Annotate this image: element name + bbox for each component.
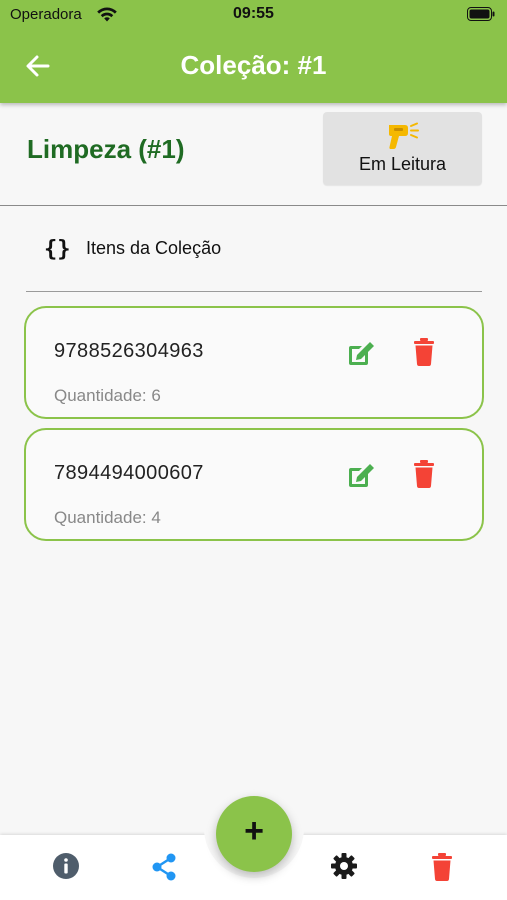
trash-icon[interactable] <box>413 460 435 488</box>
list-item[interactable]: 9788526304963 Quantidade: 6 <box>24 306 484 419</box>
add-icon: + <box>244 812 264 850</box>
page-title: Coleção: #1 <box>180 50 327 80</box>
gear-icon[interactable] <box>330 852 358 880</box>
item-code: 7894494000607 <box>54 462 204 484</box>
clock: 09:55 <box>233 5 274 22</box>
barcode-scanner-icon <box>389 122 419 149</box>
edit-icon[interactable] <box>346 338 376 368</box>
reading-status-label: Em Leitura <box>358 154 447 174</box>
edit-icon[interactable] <box>346 460 376 490</box>
reading-status-button[interactable]: Em Leitura <box>323 112 482 185</box>
trash-icon[interactable] <box>431 853 453 881</box>
section-title: Itens da Coleção <box>86 238 222 258</box>
share-icon[interactable] <box>150 852 178 882</box>
list-item[interactable]: 7894494000607 Quantidade: 4 <box>24 428 484 541</box>
item-quantity: Quantidade: 6 <box>54 386 161 405</box>
trash-icon[interactable] <box>413 338 435 366</box>
svg-text:{}: {} <box>44 237 71 260</box>
item-quantity: Quantidade: 4 <box>54 508 161 527</box>
battery-icon <box>467 7 495 21</box>
header-divider <box>0 205 507 206</box>
item-code: 9788526304963 <box>54 340 204 362</box>
section-divider <box>26 291 482 292</box>
add-item-button[interactable]: + <box>216 796 292 872</box>
app-bar: Operadora 09:55 Coleção: #1 <box>0 0 507 103</box>
collection-name: Limpeza (#1) <box>27 134 185 164</box>
info-icon[interactable] <box>52 852 80 880</box>
braces-icon: {} <box>44 237 71 260</box>
status-bar: Operadora 09:55 <box>0 0 507 30</box>
